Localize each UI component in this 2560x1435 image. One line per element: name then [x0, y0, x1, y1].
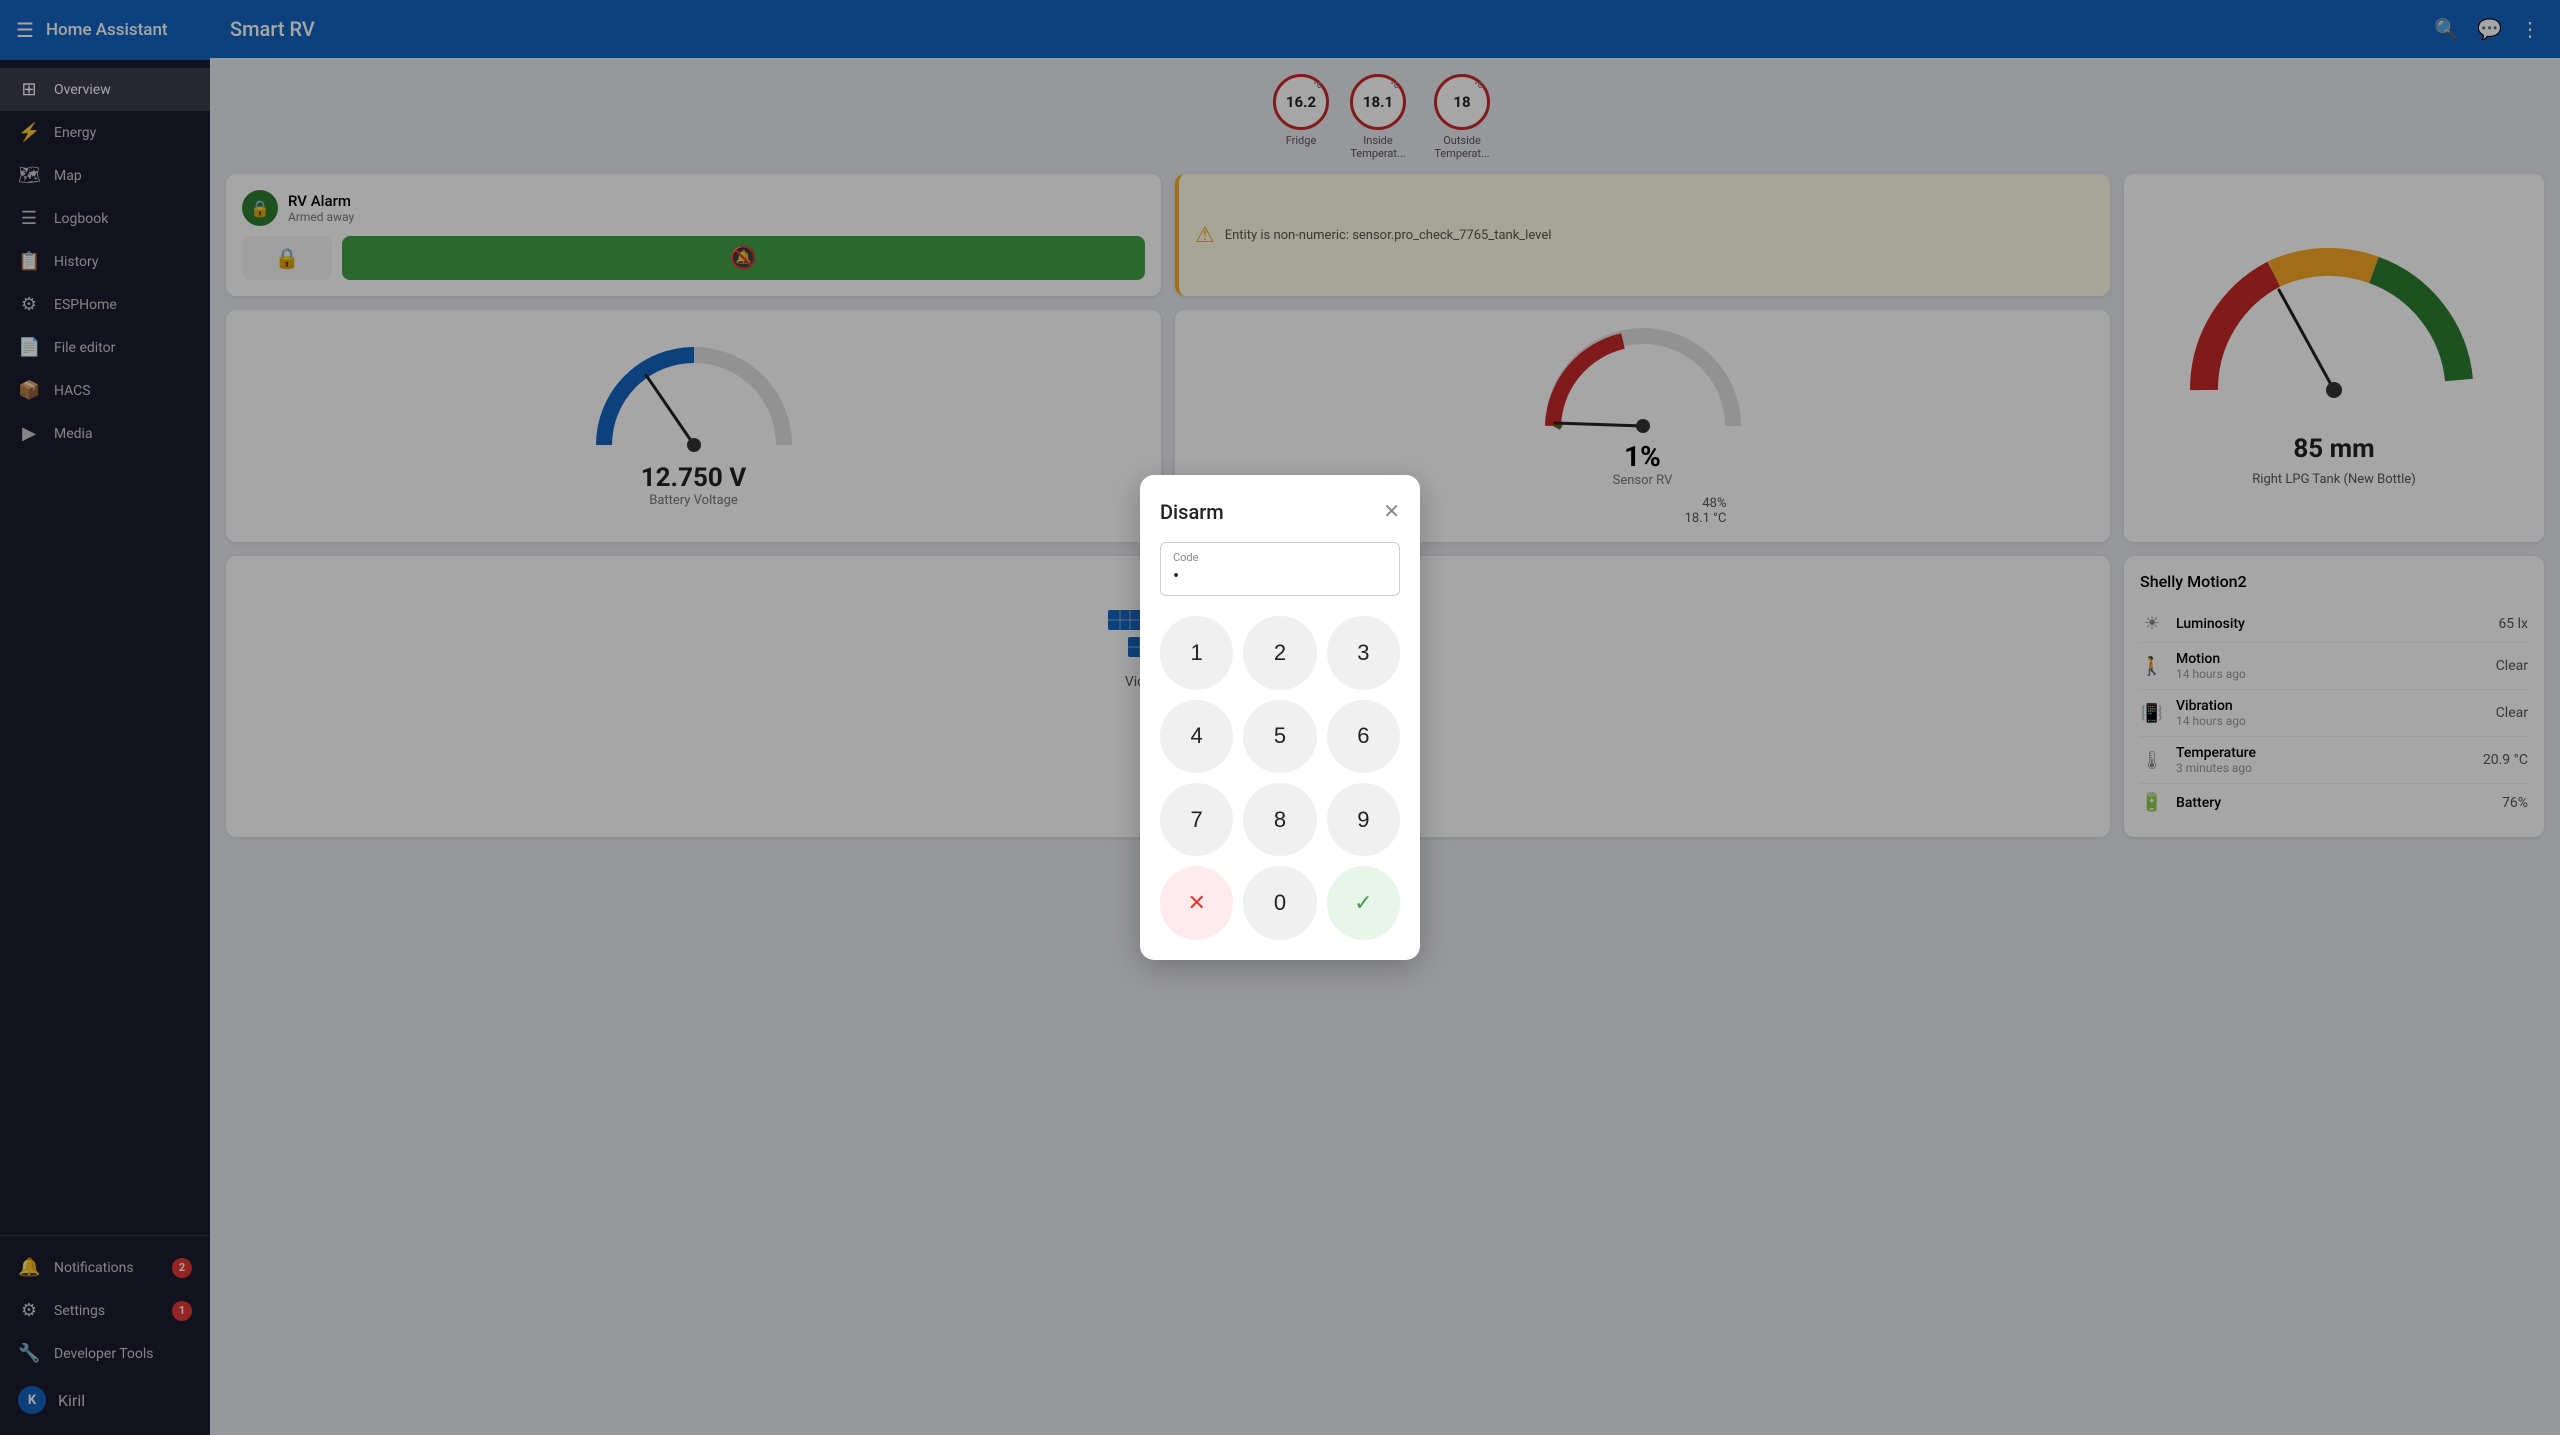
numpad: 123 456 789 ✕0✓ [1160, 616, 1400, 939]
numpad-btn-8[interactable]: 9 [1327, 783, 1400, 856]
numpad-btn-4[interactable]: 5 [1243, 700, 1316, 773]
numpad-btn-1[interactable]: 2 [1243, 616, 1316, 689]
numpad-btn-6[interactable]: 7 [1160, 783, 1233, 856]
code-input-wrap: Code • [1160, 542, 1400, 596]
code-label: Code [1173, 551, 1387, 564]
numpad-btn-10[interactable]: 0 [1243, 866, 1316, 939]
code-dot: • [1173, 566, 1387, 587]
numpad-btn-11[interactable]: ✓ [1327, 866, 1400, 939]
numpad-btn-0[interactable]: 1 [1160, 616, 1233, 689]
dialog-overlay[interactable]: Disarm ✕ Code • 123456789✕0✓ [0, 0, 2560, 1435]
numpad-btn-3[interactable]: 4 [1160, 700, 1233, 773]
numpad-btn-2[interactable]: 3 [1327, 616, 1400, 689]
dialog-header: Disarm ✕ [1160, 499, 1400, 524]
numpad-btn-5[interactable]: 6 [1327, 700, 1400, 773]
dialog-title: Disarm [1160, 500, 1224, 524]
numpad-btn-9[interactable]: ✕ [1160, 866, 1233, 939]
disarm-dialog: Disarm ✕ Code • 123456789✕0✓ [1140, 475, 1420, 959]
dialog-close-button[interactable]: ✕ [1383, 499, 1400, 524]
numpad-btn-7[interactable]: 8 [1243, 783, 1316, 856]
